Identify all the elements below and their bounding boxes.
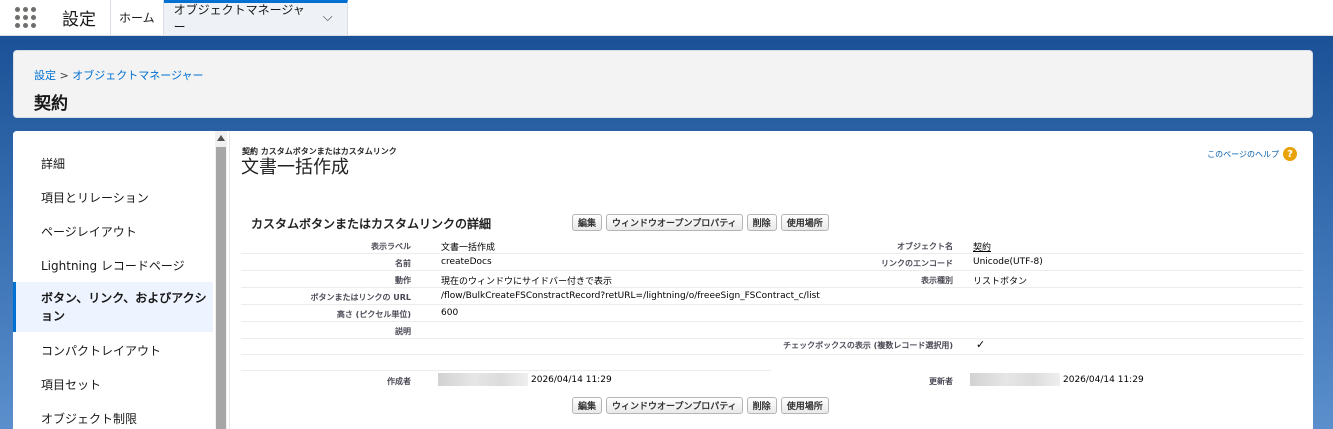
sidebar-item-page-layouts[interactable]: ページレイアウト [13, 216, 213, 246]
detail-row: ボタンまたはリンクの URL /flow/BulkCreateFSConstra… [241, 288, 1303, 305]
button-row-bottom: 編集 ウィンドウオープンプロパティ 削除 使用場所 [572, 397, 829, 414]
modified-by-date: 2026/04/14 11:29 [1063, 375, 1144, 385]
scrollbar-thumb[interactable] [216, 147, 226, 429]
detail-row: チェックボックスの表示 (複数レコード選択用) ✓ [241, 335, 1303, 355]
breadcrumb-object-manager[interactable]: オブジェクトマネージャー [72, 69, 203, 82]
display-type-label: 表示種別 [921, 276, 953, 285]
object-name-value[interactable]: 契約 [973, 240, 991, 253]
delete-button[interactable]: 削除 [746, 214, 777, 231]
sidebar-item-details[interactable]: 詳細 [13, 148, 213, 178]
scroll-up-arrow-icon[interactable] [217, 135, 225, 141]
where-used-button[interactable]: 使用場所 [780, 214, 829, 231]
sidebar-item-buttons-links-actions[interactable]: ボタン、リンク、およびアクション [13, 282, 213, 332]
checkbox-display-value: ✓ [976, 338, 986, 351]
checkbox-display-label: チェックボックスの表示 (複数レコード選択用) [783, 341, 953, 350]
main-panel: 詳細 項目とリレーション ページレイアウト Lightning レコードページ … [13, 131, 1313, 429]
where-used-button[interactable]: 使用場所 [780, 397, 829, 414]
detail-title: 文書一括作成 [241, 157, 349, 178]
page-header: 設定 > オブジェクトマネージャー 契約 [13, 50, 1313, 118]
tab-home-label: ホーム [119, 11, 155, 25]
app-name: 設定 [50, 0, 111, 35]
created-by-label: 作成者 [387, 377, 411, 386]
detail-row: 表示ラベル 文書一括作成 オブジェクト名 契約 [241, 237, 1303, 254]
button-row-top: 編集 ウィンドウオープンプロパティ 削除 使用場所 [572, 214, 829, 231]
tab-object-manager[interactable]: オブジェクトマネージャー ⌵ [163, 0, 348, 35]
detail-row-spacer [241, 355, 771, 371]
edit-button[interactable]: 編集 [572, 214, 603, 231]
display-label-value: 文書一括作成 [441, 243, 496, 253]
height-label: 高さ (ピクセル単位) [336, 310, 411, 319]
help-icon[interactable]: ? [1283, 147, 1297, 161]
url-label: ボタンまたはリンクの URL [310, 293, 411, 302]
tab-object-manager-label: オブジェクトマネージャー [173, 2, 305, 34]
link-encoding-value: Unicode(UTF-8) [973, 257, 1043, 267]
modified-by-redacted [970, 373, 1060, 386]
sidebar-item-fields-relationships[interactable]: 項目とリレーション [13, 182, 213, 212]
name-label: 名前 [395, 259, 411, 268]
behavior-label: 動作 [395, 276, 411, 285]
detail-row: 名前 createDocs リンクのエンコード Unicode(UTF-8) [241, 254, 1303, 271]
height-value: 600 [441, 308, 459, 318]
sidebar-item-field-sets[interactable]: 項目セット [13, 369, 213, 399]
sidebar-item-compact-layouts[interactable]: コンパクトレイアウト [13, 335, 213, 365]
behavior-value: 現在のウィンドウにサイドバー付きで表示 [441, 277, 613, 287]
section-title: カスタムボタンまたはカスタムリンクの詳細 [251, 217, 492, 231]
display-label-label: 表示ラベル [371, 242, 411, 251]
detail-content: 契約 カスタムボタンまたはカスタムリンク 文書一括作成 このページのヘルプ ? … [229, 131, 1313, 429]
link-encoding-label: リンクのエンコード [881, 259, 953, 268]
help-link-label[interactable]: このページのヘルプ [1207, 149, 1279, 160]
window-open-properties-button[interactable]: ウィンドウオープンプロパティ [606, 214, 743, 231]
global-header: 設定 ホーム オブジェクトマネージャー ⌵ [0, 0, 1333, 36]
window-open-properties-button[interactable]: ウィンドウオープンプロパティ [606, 397, 743, 414]
sidebar: 詳細 項目とリレーション ページレイアウト Lightning レコードページ … [13, 131, 213, 429]
name-value: createDocs [441, 257, 492, 267]
breadcrumb-separator: > [59, 69, 69, 82]
delete-button[interactable]: 削除 [746, 397, 777, 414]
url-value: /flow/BulkCreateFSConstractRecord?retURL… [441, 291, 820, 301]
help-link[interactable]: このページのヘルプ ? [1207, 147, 1297, 161]
detail-row: 高さ (ピクセル単位) 600 [241, 305, 1303, 322]
tab-home[interactable]: ホーム [111, 0, 164, 35]
created-by-redacted [438, 373, 528, 386]
app-launcher-icon[interactable] [0, 0, 50, 35]
sidebar-item-object-limits[interactable]: オブジェクト制限 [13, 403, 213, 429]
detail-row: 作成者 2026/04/14 11:29 更新者 2026/04/14 11:2… [241, 372, 1303, 389]
chevron-down-icon[interactable]: ⌵ [323, 10, 333, 25]
breadcrumb: 設定 > オブジェクトマネージャー [34, 67, 1292, 83]
page-title: 契約 [34, 94, 68, 114]
sidebar-item-lightning-record-pages[interactable]: Lightning レコードページ [13, 250, 213, 280]
object-name-label: オブジェクト名 [897, 242, 953, 251]
display-type-value: リストボタン [973, 277, 1028, 287]
sidebar-scrollbar[interactable] [215, 131, 227, 429]
detail-row: 動作 現在のウィンドウにサイドバー付きで表示 表示種別 リストボタン [241, 271, 1303, 288]
created-by-date: 2026/04/14 11:29 [531, 375, 612, 385]
edit-button[interactable]: 編集 [572, 397, 603, 414]
modified-by-label: 更新者 [929, 377, 953, 386]
breadcrumb-setup[interactable]: 設定 [34, 69, 56, 82]
